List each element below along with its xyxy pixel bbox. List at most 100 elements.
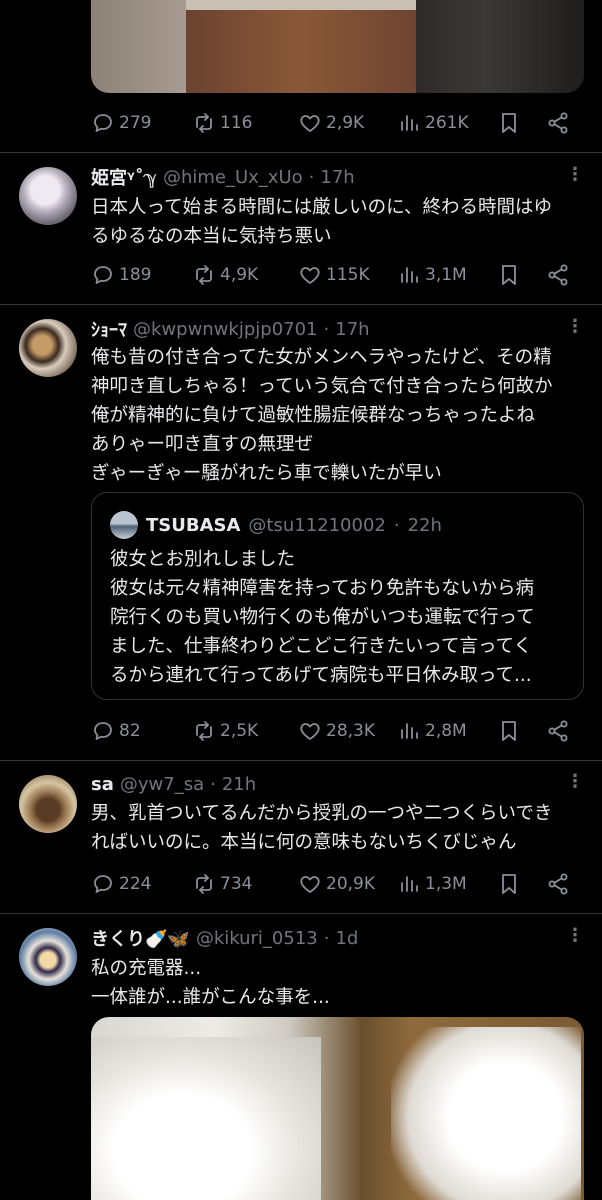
- views-button[interactable]: 3,1M: [397, 263, 467, 287]
- like-button[interactable]: 20,9K: [298, 872, 375, 896]
- quoted-text-line: 院行くのも買い物行くのも俺がいつも運転で行って: [110, 607, 535, 628]
- like-button[interactable]: 115K: [298, 263, 370, 287]
- quoted-avatar[interactable]: [110, 511, 138, 539]
- reply-button[interactable]: 82: [91, 719, 141, 743]
- handle[interactable]: @hime_Ux_xUo: [163, 167, 303, 188]
- handle[interactable]: @kikuri_0513: [196, 928, 318, 949]
- retweet-icon: [196, 721, 212, 741]
- reply-icon: [94, 722, 112, 740]
- bookmark-button[interactable]: [497, 263, 521, 287]
- more-options-icon[interactable]: ⋮: [566, 318, 584, 344]
- heart-icon: [300, 876, 320, 893]
- handle[interactable]: @kwpwnwkjpjp0701: [133, 319, 318, 340]
- post-divider: [0, 913, 602, 914]
- quoted-text-line: ました、仕事終わりどこどこ行きたいって言ってく: [110, 636, 532, 657]
- retweet-button[interactable]: 2,5K: [192, 719, 258, 743]
- views-button[interactable]: 2,8M: [397, 719, 467, 743]
- share-icon: [548, 720, 568, 742]
- display-name[interactable]: ｼｮｰﾏ: [91, 316, 127, 342]
- post-text: 男、乳首ついてるんだから授乳の一つや二つくらいでき ればいいのに。本当に何の意味…: [91, 799, 591, 857]
- avatar[interactable]: [19, 319, 77, 377]
- timestamp[interactable]: 17h: [320, 167, 354, 188]
- share-button[interactable]: [546, 263, 570, 287]
- heart-icon: [300, 723, 320, 740]
- reply-count: 224: [119, 874, 152, 894]
- views-icon: [401, 876, 418, 892]
- reply-button[interactable]: 189: [91, 263, 151, 287]
- like-count: 115K: [326, 265, 370, 285]
- post-text-line: 一体誰が...誰がこんな事を...: [91, 987, 330, 1008]
- display-name[interactable]: きくり🍼🦋: [91, 925, 190, 951]
- reply-icon: [94, 266, 112, 284]
- views-button[interactable]: 261K: [397, 111, 469, 135]
- post-text-line: ぎゃーぎゃー騒がれたら車で轢いたが早い: [91, 463, 442, 484]
- post-text-line: 私の充電器...: [91, 958, 202, 979]
- retweet-button[interactable]: 116: [192, 111, 252, 135]
- share-button[interactable]: [546, 719, 570, 743]
- reply-icon: [94, 114, 112, 132]
- quoted-text-line: るから連れて行ってあげて病院も平日休み取って...: [110, 665, 532, 686]
- views-count: 3,1M: [425, 265, 467, 285]
- bookmark-button[interactable]: [497, 111, 521, 135]
- reply-icon: [94, 875, 112, 893]
- more-options-icon[interactable]: ⋮: [566, 773, 584, 799]
- bookmark-icon: [502, 265, 516, 285]
- retweet-count: 2,5K: [220, 721, 259, 741]
- quoted-post[interactable]: TSUBASA @tsu11210002 · 22h 彼女とお別れしました 彼女…: [91, 492, 584, 700]
- quoted-text-line: 彼女は元々精神障害を持っており免許もないから病: [110, 578, 535, 599]
- reply-button[interactable]: 279: [91, 111, 151, 135]
- like-button[interactable]: 2,9K: [298, 111, 364, 135]
- share-button[interactable]: [546, 111, 570, 135]
- post-actions: 224 734 20,9K 1,3M: [91, 870, 581, 898]
- views-count: 2,8M: [425, 721, 467, 741]
- post-divider: [0, 304, 602, 305]
- retweet-icon: [196, 113, 212, 133]
- post-text: 俺も昔の付き合ってた女がメンヘラやったけど、その精 神叩き直しちゃる！っていう気…: [91, 343, 591, 488]
- post-actions: 279 116 2,9K 261K: [91, 109, 581, 137]
- avatar[interactable]: [19, 928, 77, 986]
- post-header: きくり🍼🦋 @kikuri_0513 · 1d: [91, 925, 358, 951]
- retweet-button[interactable]: 734: [192, 872, 252, 896]
- handle[interactable]: @yw7_sa: [120, 774, 204, 795]
- timestamp[interactable]: 21h: [222, 774, 256, 795]
- post-text-line: 男、乳首ついてるんだから授乳の一つや二つくらいでき: [91, 803, 553, 824]
- heart-icon: [300, 115, 320, 132]
- timestamp[interactable]: 17h: [335, 319, 369, 340]
- post-text-line: 俺も昔の付き合ってた女がメンヘラやったけど、その精: [91, 347, 552, 368]
- post-text-line: ありゃー叩き直すの無理ぜ: [91, 434, 314, 455]
- like-button[interactable]: 28,3K: [298, 719, 375, 743]
- like-count: 28,3K: [326, 721, 375, 741]
- bookmark-icon: [502, 113, 516, 133]
- post-media-image[interactable]: [91, 1017, 584, 1200]
- avatar[interactable]: [19, 167, 77, 225]
- post-divider: [0, 760, 602, 761]
- reply-count: 279: [119, 113, 152, 133]
- more-options-icon[interactable]: ⋮: [566, 927, 584, 953]
- share-icon: [548, 264, 568, 286]
- views-button[interactable]: 1,3M: [397, 872, 467, 896]
- display-name[interactable]: 姫宮ᵞ˚ℽ: [91, 164, 157, 190]
- post-media-image[interactable]: [91, 0, 584, 93]
- quoted-header: TSUBASA @tsu11210002 · 22h: [146, 511, 442, 539]
- more-options-icon[interactable]: ⋮: [566, 166, 584, 192]
- quoted-text-line: 彼女とお別れしました: [110, 549, 296, 570]
- post-actions: 82 2,5K 28,3K 2,8M: [91, 717, 581, 745]
- share-icon: [548, 112, 568, 134]
- retweet-button[interactable]: 4,9K: [192, 263, 258, 287]
- display-name[interactable]: sa: [91, 774, 114, 795]
- post-header: sa @yw7_sa · 21h: [91, 771, 256, 797]
- media-cat: [391, 1027, 581, 1200]
- post-text-line: 日本人って始まる時間には厳しいのに、終わる時間はゆ: [91, 197, 553, 218]
- bookmark-button[interactable]: [497, 719, 521, 743]
- post-text-line: 神叩き直しちゃる！っていう気合で付き合ったら何故か: [91, 376, 553, 397]
- timestamp[interactable]: 1d: [335, 928, 358, 949]
- bookmark-button[interactable]: [497, 872, 521, 896]
- share-button[interactable]: [546, 872, 570, 896]
- quoted-display-name: TSUBASA: [146, 514, 241, 536]
- media-towel: [91, 1037, 321, 1200]
- retweet-icon: [196, 265, 212, 285]
- avatar[interactable]: [19, 775, 77, 833]
- reply-button[interactable]: 224: [91, 872, 151, 896]
- quoted-handle: @tsu11210002: [248, 514, 386, 536]
- post-header: 姫宮ᵞ˚ℽ @hime_Ux_xUo · 17h: [91, 164, 355, 190]
